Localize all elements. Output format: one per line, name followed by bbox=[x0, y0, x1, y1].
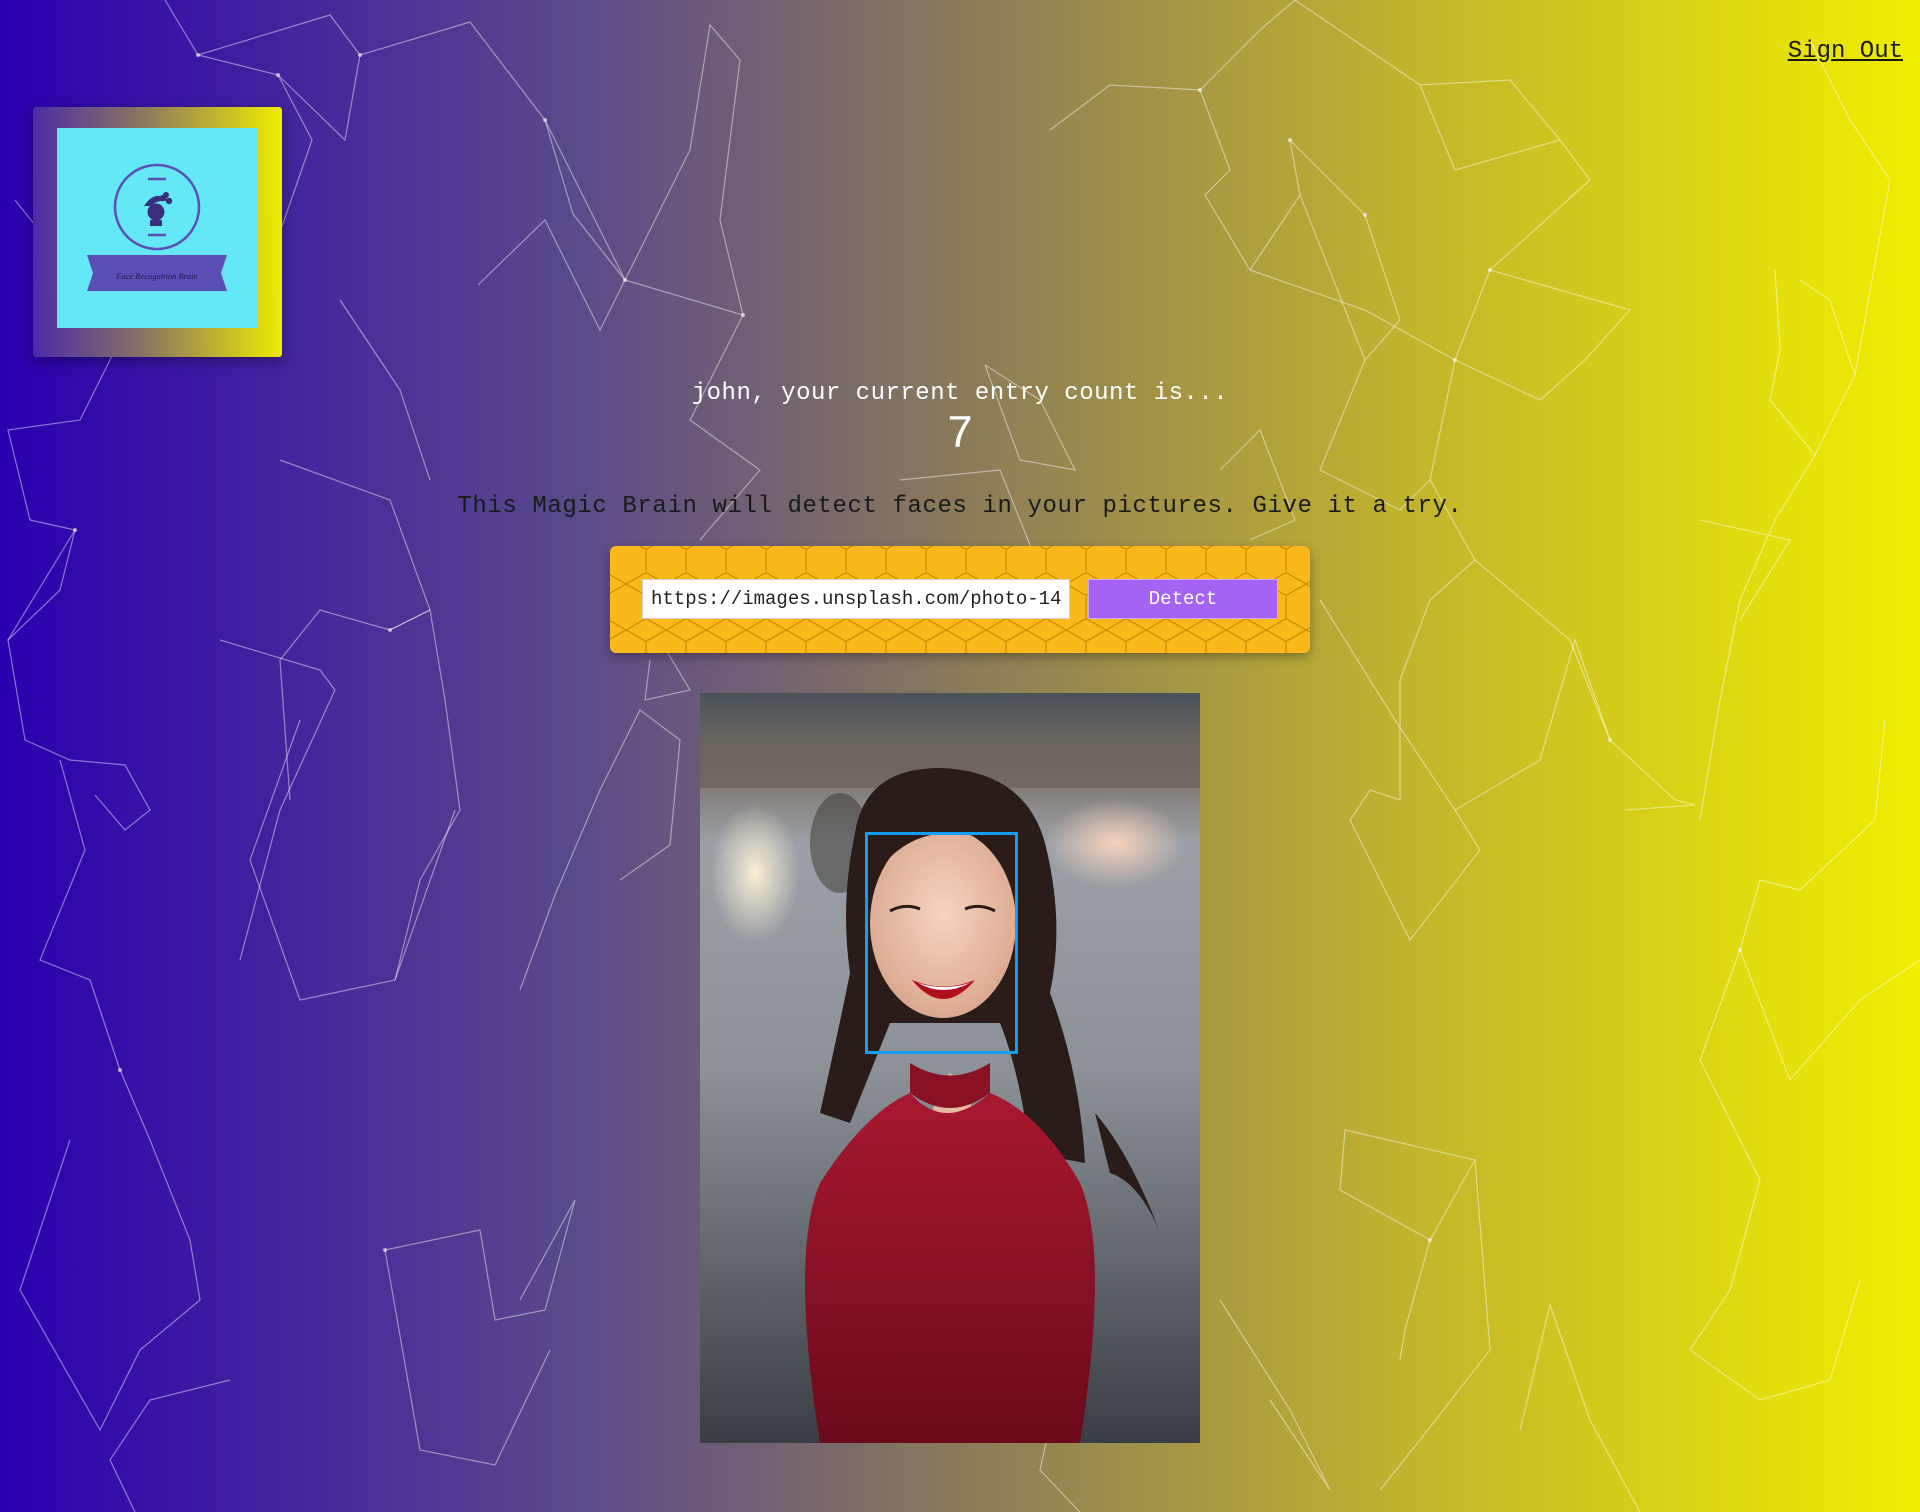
logo-card: Face Recognition Brain bbox=[33, 107, 282, 357]
detect-button[interactable]: Detect bbox=[1088, 579, 1278, 619]
image-url-input[interactable] bbox=[642, 579, 1070, 619]
logo-caption: Face Recognition Brain bbox=[116, 271, 198, 281]
entry-count: 7 bbox=[946, 409, 974, 461]
page-description: This Magic Brain will detect faces in yo… bbox=[457, 493, 1463, 520]
sign-out-link[interactable]: Sign Out bbox=[1788, 38, 1903, 65]
rank-panel: john, your current entry count is... 7 bbox=[0, 380, 1920, 461]
face-bounding-box bbox=[865, 832, 1018, 1054]
logo: Face Recognition Brain bbox=[57, 128, 257, 328]
image-link-form: Detect bbox=[610, 546, 1310, 653]
portrait-photo bbox=[700, 693, 1200, 1443]
face-image bbox=[700, 693, 1200, 1443]
rank-message: john, your current entry count is... bbox=[691, 380, 1229, 407]
brain-face-icon bbox=[87, 163, 227, 291]
